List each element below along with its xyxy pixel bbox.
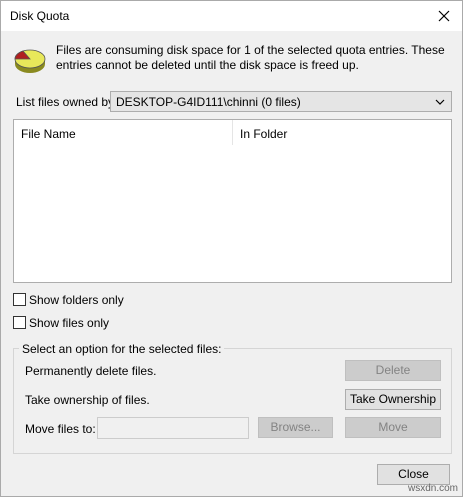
move-destination-input[interactable] xyxy=(97,417,249,439)
watermark: wsxdn.com xyxy=(407,483,458,494)
column-header-label: In Folder xyxy=(240,127,288,141)
browse-button[interactable]: Browse... xyxy=(258,417,333,438)
owner-selected-value: DESKTOP-G4ID111\chinni (0 files) xyxy=(116,95,301,109)
info-message: Files are consuming disk space for 1 of … xyxy=(56,43,445,72)
delete-button[interactable]: Delete xyxy=(345,360,441,381)
take-ownership-button[interactable]: Take Ownership xyxy=(345,389,441,410)
disk-quota-dialog: Disk Quota Files are consuming disk spac… xyxy=(0,0,463,497)
title-bar: Disk Quota xyxy=(1,1,462,31)
owner-label: List files owned by: xyxy=(16,95,118,109)
take-ownership-label: Take ownership of files. xyxy=(25,393,150,407)
close-button[interactable]: Close xyxy=(377,464,450,485)
owner-select[interactable]: DESKTOP-G4ID111\chinni (0 files) xyxy=(110,91,452,112)
chevron-down-icon xyxy=(435,99,445,105)
column-header-file-name[interactable]: File Name xyxy=(14,120,233,145)
close-icon[interactable] xyxy=(434,6,454,26)
actions-group-title: Select an option for the selected files: xyxy=(19,342,225,356)
column-header-in-folder[interactable]: In Folder xyxy=(233,120,451,145)
show-folders-only-checkbox[interactable] xyxy=(13,293,26,306)
show-files-only-label[interactable]: Show files only xyxy=(29,316,109,330)
files-list[interactable]: File Name In Folder xyxy=(13,119,452,283)
show-folders-only-label[interactable]: Show folders only xyxy=(29,293,124,307)
window-title: Disk Quota xyxy=(10,9,70,23)
show-files-only-checkbox[interactable] xyxy=(13,316,26,329)
move-button[interactable]: Move xyxy=(345,417,441,438)
column-header-label: File Name xyxy=(21,127,76,141)
disk-pie-icon xyxy=(14,49,46,73)
move-files-label: Move files to: xyxy=(25,422,96,436)
delete-label: Permanently delete files. xyxy=(25,364,157,378)
